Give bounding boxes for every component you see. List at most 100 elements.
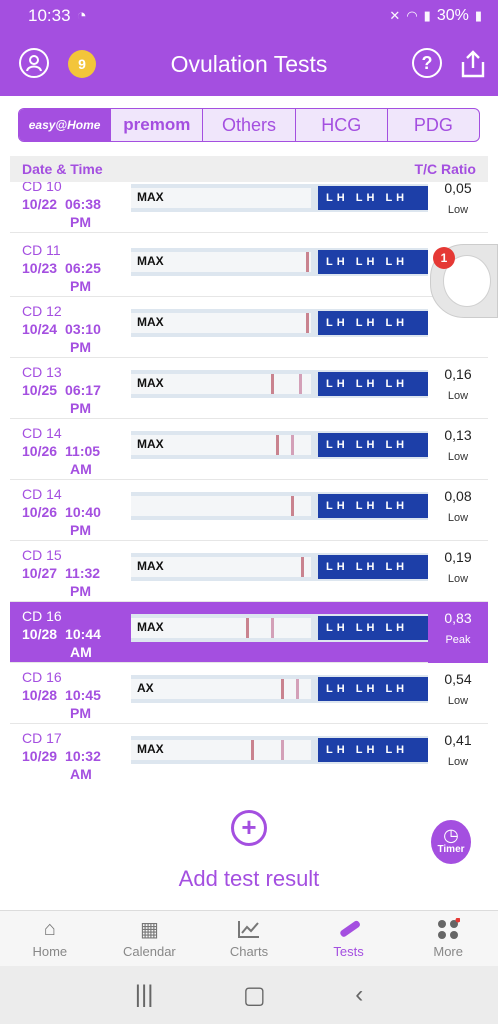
tab-easyhome[interactable]: easy@Home <box>19 109 112 141</box>
recents-icon[interactable]: ||| <box>135 981 154 1009</box>
date-time-line: 10/28 10:45 <box>22 686 132 704</box>
tc-ratio-value: 0,13 <box>444 427 472 443</box>
test-strip-image[interactable]: LH LH LH <box>131 492 428 520</box>
timer-button[interactable]: ◷ Timer <box>431 820 471 864</box>
bottom-nav: ⌂ Home ▦ Calendar Charts Tests More <box>0 910 498 966</box>
nav-charts-label: Charts <box>229 944 269 959</box>
add-test-button[interactable]: Add test result <box>0 866 498 892</box>
add-icon[interactable]: + <box>231 810 267 846</box>
nav-calendar[interactable]: ▦ Calendar <box>100 911 200 966</box>
test-ampm: AM <box>70 766 92 782</box>
control-line <box>281 740 284 760</box>
date-time-line: 10/27 11:32 <box>22 564 132 582</box>
test-row[interactable]: CD 15 10/27 11:32 PM MAX LH LH LH 0,19 Low <box>10 541 488 602</box>
tab-others[interactable]: Others <box>203 109 296 141</box>
test-strip-image[interactable]: AX LH LH LH <box>131 675 428 703</box>
test-row[interactable]: CD 14 10/26 11:05 AM MAX LH LH LH 0,13 Low <box>10 419 488 480</box>
test-date: 10/26 <box>22 504 58 520</box>
row-info: CD 12 10/24 03:10 PM <box>22 302 132 356</box>
nav-charts[interactable]: Charts <box>199 911 299 966</box>
strip-max-label: MAX <box>137 190 164 204</box>
strip-max-label: MAX <box>137 620 164 634</box>
nav-tests[interactable]: Tests <box>299 911 399 966</box>
test-time: 06:38 <box>65 196 101 212</box>
help-icon[interactable]: ? <box>412 48 442 78</box>
date-time-line: 10/25 06:17 <box>22 381 132 399</box>
nav-home[interactable]: ⌂ Home <box>0 911 100 966</box>
test-strip-image[interactable]: MAX LH LH LH <box>131 370 428 398</box>
test-row[interactable]: CD 16 10/28 10:44 AM MAX LH LH LH 0,83 Peak <box>10 602 488 663</box>
ratio-cell: 0,83 Peak <box>428 602 488 663</box>
calendar-icon: ▦ <box>139 918 159 941</box>
notification-count: 1 <box>433 247 455 269</box>
nav-more[interactable]: More <box>398 911 498 966</box>
share-icon[interactable] <box>460 50 486 83</box>
test-ampm: AM <box>70 644 92 660</box>
tab-premom[interactable]: premom <box>111 109 204 141</box>
test-line <box>281 679 284 699</box>
test-strip-image[interactable]: MAX LH LH LH <box>131 553 428 581</box>
test-time: 06:25 <box>65 260 101 276</box>
test-date: 10/26 <box>22 443 58 459</box>
tc-ratio-value: 0,54 <box>444 671 472 687</box>
home-button-icon[interactable]: ▢ <box>243 981 266 1010</box>
control-line <box>271 618 274 638</box>
test-row[interactable]: CD 13 10/25 06:17 PM MAX LH LH LH 0,16 Low <box>10 358 488 419</box>
test-row[interactable]: CD 17 10/29 10:32 AM MAX LH LH LH 0,41 Low <box>10 724 488 782</box>
test-row[interactable]: CD 1210/2403:10PMMAXLH LH LHLow <box>10 297 488 358</box>
result-level: Low <box>447 512 469 524</box>
cycle-day: CD 10 <box>22 182 62 194</box>
test-ampm: PM <box>70 583 91 599</box>
test-strip-image[interactable]: MAX LH LH LH <box>131 248 428 276</box>
cycle-day: CD 16 <box>22 608 62 624</box>
test-line <box>276 435 279 455</box>
chat-avatar-floater[interactable]: 1 <box>430 244 498 318</box>
test-date: 10/29 <box>22 748 58 764</box>
brand-tabs: easy@Home premom Others HCG PDG <box>18 108 480 142</box>
column-header: Date & Time T/C Ratio <box>10 156 488 182</box>
test-strip-image[interactable]: MAX LH LH LH <box>131 431 428 459</box>
test-date: 10/28 <box>22 687 58 703</box>
date-time-line: 10/24 03:10 <box>22 320 132 338</box>
test-strip-image[interactable]: MAX LH LH LH <box>131 736 428 764</box>
strip-max-label: MAX <box>137 315 164 329</box>
more-grid-icon <box>436 918 461 940</box>
test-row[interactable]: CD 16 10/28 10:45 PM AX LH LH LH 0,54 Low <box>10 663 488 724</box>
tc-ratio-value: 0,08 <box>444 488 472 504</box>
ratio-cell: 0,41 Low <box>428 724 488 782</box>
test-strip-image[interactable]: MAX LH LH LH <box>131 614 428 642</box>
test-line <box>306 313 309 333</box>
test-line <box>291 496 294 516</box>
result-level: Low <box>447 390 469 402</box>
test-row[interactable]: CD 11 10/23 06:25 PM MAX LH LH LH <box>10 236 488 297</box>
test-date: 10/27 <box>22 565 58 581</box>
test-time: 10:32 <box>65 748 101 764</box>
nav-home-label: Home <box>32 944 68 959</box>
tab-hcg[interactable]: HCG <box>296 109 388 141</box>
strip-lh-label: LH LH LH <box>318 677 428 701</box>
home-icon: ⌂ <box>43 917 56 940</box>
tab-pdg[interactable]: PDG <box>388 109 479 141</box>
test-strip-image[interactable]: MAX LH LH LH <box>131 309 428 337</box>
strip-max-label: MAX <box>137 437 164 451</box>
strip-lh-label: LH LH LH <box>318 311 428 335</box>
strip-max-label: AX <box>137 681 154 695</box>
row-info: CD 15 10/27 11:32 PM <box>22 546 132 600</box>
ratio-cell: 0,13 Low <box>428 419 488 480</box>
chart-icon <box>237 918 261 940</box>
test-ampm: PM <box>70 400 91 416</box>
test-row[interactable]: CD 10 10/22 06:38 PM MAX LH LH LH 0,05 Low <box>10 182 488 233</box>
result-level: Low <box>447 204 469 216</box>
test-row[interactable]: CD 14 10/26 10:40 PM LH LH LH 0,08 Low <box>10 480 488 541</box>
row-info: CD 11 10/23 06:25 PM <box>22 241 132 295</box>
control-line <box>296 679 299 699</box>
test-strip-image[interactable]: MAX LH LH LH <box>131 184 428 212</box>
strip-lh-label: LH LH LH <box>318 250 428 274</box>
result-level: Low <box>447 756 469 768</box>
col-ratio: T/C Ratio <box>414 161 476 177</box>
back-icon[interactable]: ‹ <box>355 981 363 1009</box>
test-date: 10/22 <box>22 196 58 212</box>
result-level: Low <box>447 573 469 585</box>
test-line <box>306 252 309 272</box>
test-line <box>271 374 274 394</box>
